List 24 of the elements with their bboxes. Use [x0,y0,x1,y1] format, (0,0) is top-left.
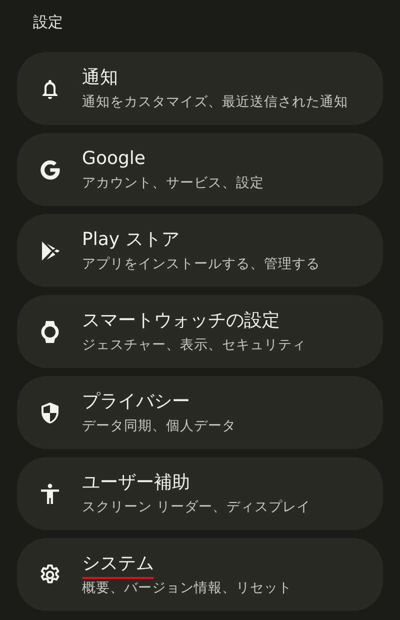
settings-item[interactable]: Google アカウント、サービス、設定 [17,133,383,206]
item-subtitle: ジェスチャー、表示、セキュリティ [82,336,306,354]
page-title: 設定 [33,12,63,32]
item-title: システム [82,552,154,576]
settings-item[interactable]: ユーザー補助 スクリーン リーダー、ディスプレイ [17,457,383,530]
settings-item[interactable]: スマートウォッチの設定 ジェスチャー、表示、セキュリティ [17,295,383,368]
item-title: ユーザー補助 [82,471,190,495]
settings-item[interactable]: 通知 通知をカスタマイズ、最近送信された通知 [17,52,383,125]
item-title: プライバシー [82,390,190,414]
settings-item[interactable]: Play ストア アプリをインストールする、管理する [17,214,383,287]
accessibility-icon [38,482,62,506]
item-title: 通知 [82,66,118,90]
settings-item[interactable]: システム 概要、バージョン情報、リセット [17,538,383,611]
item-subtitle: アプリをインストールする、管理する [82,255,320,273]
item-subtitle: 通知をカスタマイズ、最近送信された通知 [82,93,348,111]
item-subtitle: データ同期、個人データ [82,417,236,435]
item-subtitle: 概要、バージョン情報、リセット [82,579,292,597]
item-subtitle: スクリーン リーダー、ディスプレイ [82,498,310,516]
settings-item[interactable]: プライバシー データ同期、個人データ [17,376,383,449]
item-title: スマートウォッチの設定 [82,309,280,333]
item-subtitle: アカウント、サービス、設定 [82,174,264,192]
g-letter-icon [38,158,62,182]
item-title: Google [82,147,146,171]
item-title: Play ストア [82,228,180,252]
